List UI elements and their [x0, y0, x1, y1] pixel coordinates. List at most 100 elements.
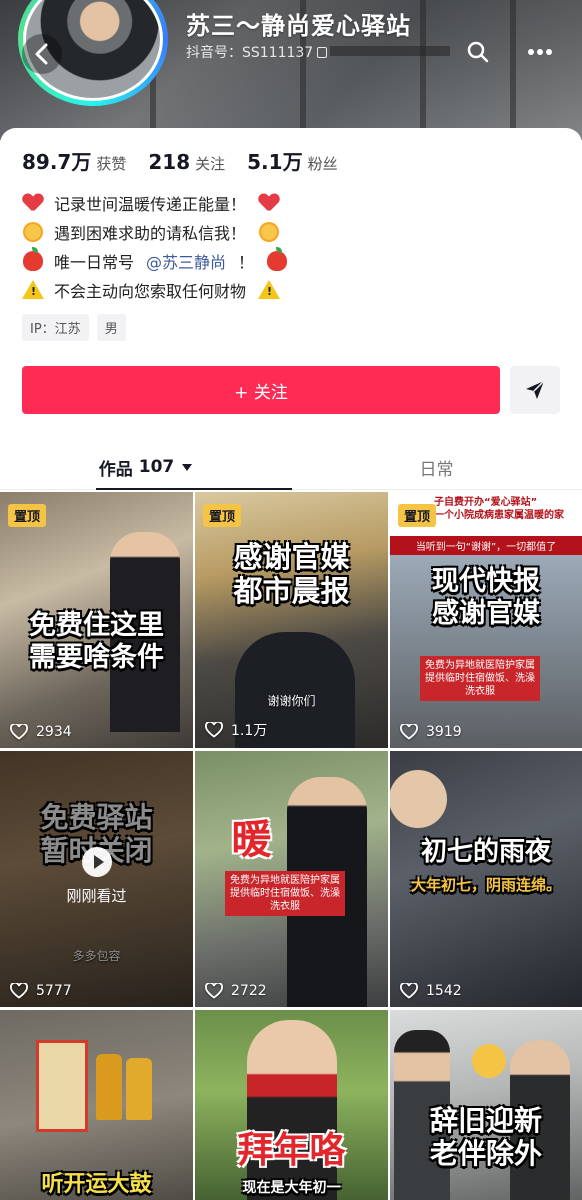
bio-line: ! 不会主动向您索取任何财物 !	[22, 275, 562, 304]
like-count: 1.1万	[205, 720, 267, 740]
stat-label: 粉丝	[307, 155, 338, 173]
video-caption: 初七的雨夜	[420, 837, 551, 867]
video-tile[interactable]: 暖 免费为异地就医陪护家属 提供临时住宿做饭、洗澡 洗衣服 2722	[195, 751, 388, 1007]
like-count-text: 1542	[426, 983, 462, 999]
video-caption: 辞旧迎新 老伴除外	[429, 1104, 542, 1171]
like-count: 2722	[205, 983, 267, 999]
oil-bottle	[96, 1054, 122, 1120]
pinned-badge: 置顶	[8, 504, 47, 527]
stat-label: 关注	[195, 155, 226, 173]
apple-emoji-icon	[22, 246, 44, 272]
tag-gender: 男	[96, 314, 126, 341]
video-caption: 免费住这里 需要啥条件	[29, 610, 164, 673]
like-count: 2934	[10, 724, 72, 740]
bio-text: 遇到困难求助的请私信我！	[54, 223, 247, 243]
tab-works[interactable]: 作品 107	[0, 444, 291, 490]
like-count: 5777	[10, 983, 72, 999]
bio-text: ！	[238, 252, 255, 272]
more-button[interactable]	[522, 34, 558, 70]
profile-banner: 苏三～静尚爱心驿站 抖音号：SS111137	[0, 0, 582, 140]
video-tile[interactable]: 置顶 免费住这里 需要啥条件 2934	[0, 492, 193, 748]
tab-daily[interactable]: 日常	[291, 444, 582, 490]
stat-likes[interactable]: 89.7万 获赞	[22, 146, 126, 175]
video-tile[interactable]: 置顶 感谢官媒 都市晨报 谢谢你们 1.1万	[195, 492, 388, 748]
back-button[interactable]	[22, 34, 62, 74]
video-tile[interactable]: 初七的雨夜 大年初七，阴雨连绵。 1542	[390, 751, 582, 1007]
back-arrow-icon	[35, 43, 48, 65]
heart-emoji-icon	[22, 192, 44, 214]
headline-subtext: 当听到一句“谢谢”，一切都值了	[390, 536, 582, 555]
video-tile[interactable]: 免费驿站 暂时关闭 多多包容 刚刚看过 5777	[0, 751, 193, 1007]
content-tabs: 作品 107 日常	[0, 444, 582, 490]
stat-label: 获赞	[96, 155, 127, 173]
like-count-text: 3919	[426, 724, 462, 740]
video-tile[interactable]: 子自费开办“爱心驿站” 一个小院成病患家属温暖的家 当听到一句“谢谢”，一切都值…	[390, 492, 582, 748]
sun-emoji-icon	[258, 221, 280, 243]
bio-line: 记录世间温暖传递正能量！	[22, 188, 562, 217]
caret-down-icon	[182, 463, 193, 471]
stats-row: 89.7万 获赞 218 关注 5.1万 粉丝	[22, 146, 360, 175]
video-subcaption: 现在是大年初一	[242, 1180, 341, 1196]
video-tile[interactable]: 听开运大鼓	[0, 1010, 193, 1200]
copy-icon[interactable]	[317, 46, 328, 58]
heart-outline-icon	[205, 722, 223, 738]
like-count-text: 2722	[231, 983, 267, 999]
watched-label: 刚刚看过	[66, 887, 127, 905]
tab-works-count: 107	[138, 457, 175, 477]
video-subcaption: 大年初七，阴雨连绵。	[410, 876, 561, 894]
heart-outline-icon	[400, 724, 418, 740]
stat-number: 218	[148, 150, 191, 174]
follow-button[interactable]: + 关注	[22, 366, 500, 414]
rice-bag	[36, 1040, 88, 1132]
profile-card: 89.7万 获赞 218 关注 5.1万 粉丝 记录世间温暖传递正能量！ 遇到困…	[0, 128, 582, 1200]
pinned-badge: 置顶	[203, 504, 242, 527]
smile-emoji-icon	[472, 1044, 506, 1078]
watched-overlay	[0, 751, 193, 1007]
search-icon	[467, 41, 489, 63]
heart-outline-icon	[205, 983, 223, 999]
profile-nickname: 苏三～静尚爱心驿站	[186, 12, 411, 40]
bio-line: 遇到困难求助的请私信我！	[22, 217, 562, 246]
banner-railing	[420, 0, 426, 140]
like-count-text: 1.1万	[231, 723, 268, 739]
account-id[interactable]: 抖音号：SS111137	[186, 42, 328, 62]
station-banner: 免费为异地就医陪护家属 提供临时住宿做饭、洗澡 洗衣服	[225, 871, 345, 916]
apple-emoji-icon	[266, 246, 288, 272]
search-button[interactable]	[460, 34, 496, 70]
bio-text: 记录世间温暖传递正能量！	[54, 194, 247, 214]
video-tile[interactable]: 辞旧迎新 老伴除外	[390, 1010, 582, 1200]
stat-number: 89.7万	[22, 150, 92, 174]
video-tile[interactable]: 拜年咯 现在是大年初一	[195, 1010, 388, 1200]
follow-label: + 关注	[234, 382, 288, 403]
tab-works-label: 作品	[98, 459, 133, 480]
warning-emoji-icon: !	[22, 279, 44, 301]
video-caption: 听开运大鼓	[41, 1172, 152, 1197]
bio-text: 不会主动向您索取任何财物	[54, 281, 247, 301]
share-button[interactable]	[510, 366, 560, 414]
bio-text: 唯一日常号	[54, 252, 135, 272]
profile-bio: 记录世间温暖传递正能量！ 遇到困难求助的请私信我！ 唯一日常号 @苏三静尚 ！ …	[22, 188, 562, 304]
stat-followers[interactable]: 5.1万 粉丝	[247, 146, 337, 175]
video-subcaption: 谢谢你们	[267, 694, 316, 708]
tab-indicator	[96, 488, 292, 490]
sun-emoji-icon	[22, 221, 44, 243]
station-banner: 免费为异地就医陪护家属 提供临时住宿做饭、洗澡 洗衣服	[420, 656, 540, 701]
person-figure	[247, 1020, 337, 1200]
mention-link[interactable]: @苏三静尚	[146, 249, 226, 273]
like-count-text: 5777	[36, 983, 72, 999]
pinned-badge: 置顶	[398, 504, 437, 527]
profile-tags: IP：江苏 男	[22, 314, 126, 341]
heart-outline-icon	[10, 983, 28, 999]
stat-following[interactable]: 218 关注	[148, 150, 225, 174]
person-face	[390, 751, 460, 831]
like-count: 3919	[400, 724, 462, 740]
like-count-text: 2934	[36, 724, 72, 740]
video-caption: 现代快报 感谢官媒	[432, 566, 540, 629]
video-caption: 暖	[231, 817, 272, 863]
warning-emoji-icon: !	[258, 279, 281, 301]
video-caption: 感谢官媒 都市晨报	[233, 540, 350, 609]
heart-outline-icon	[400, 983, 418, 999]
banner-railing	[510, 0, 516, 140]
more-dots-icon	[528, 49, 552, 55]
account-id-text: 抖音号：SS111137	[186, 45, 314, 61]
